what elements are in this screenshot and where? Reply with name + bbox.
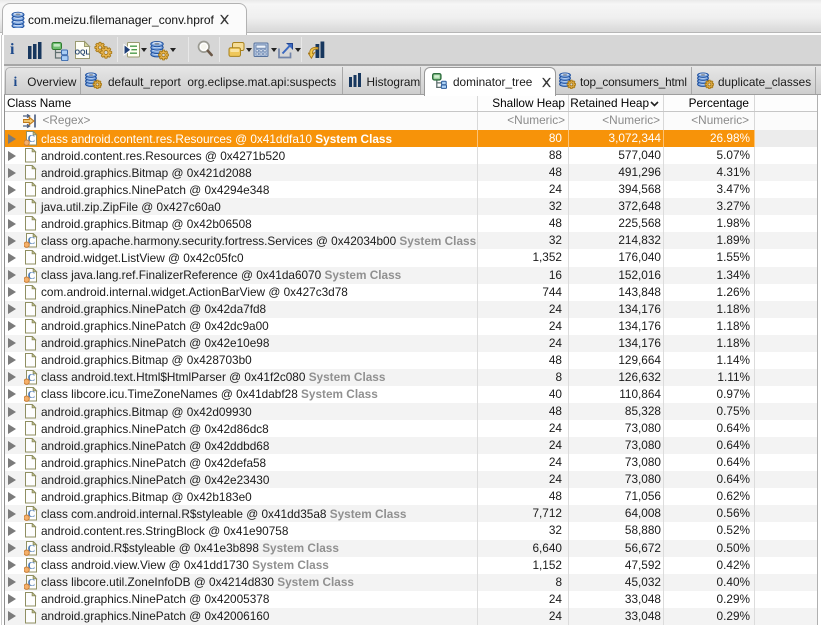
svg-text:OQL: OQL xyxy=(75,50,91,57)
